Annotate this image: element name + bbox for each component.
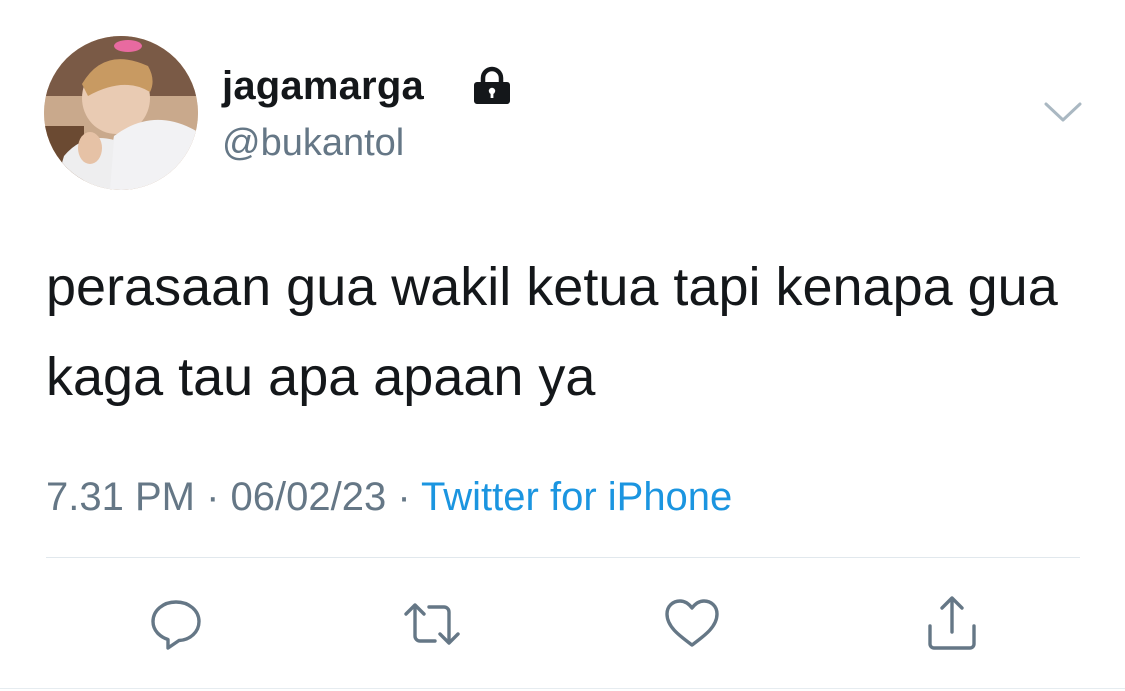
retweet-button[interactable] (402, 594, 462, 654)
tweet-card: jagamarga @bukantol perasaan gua wakil k… (0, 0, 1125, 691)
meta-separator: · (194, 475, 231, 519)
avatar[interactable] (44, 36, 198, 190)
share-icon (928, 596, 976, 650)
retweet-icon (404, 603, 460, 645)
divider (46, 557, 1080, 558)
like-button[interactable] (662, 594, 722, 654)
share-button[interactable] (922, 594, 982, 654)
speech-bubble-icon (151, 600, 201, 650)
lock-icon (470, 66, 514, 106)
heart-icon (665, 599, 719, 647)
tweet-meta: 7.31 PM · 06/02/23 · Twitter for iPhone (46, 472, 732, 522)
bottom-divider (0, 688, 1125, 689)
tweet-date: 06/02/23 (230, 475, 387, 519)
reply-button[interactable] (146, 594, 206, 654)
tweet-source-link[interactable]: Twitter for iPhone (421, 475, 732, 519)
user-handle[interactable]: @bukantol (222, 118, 404, 168)
display-name[interactable]: jagamarga (222, 60, 424, 112)
chevron-down-icon[interactable] (1040, 96, 1086, 126)
tweet-time: 7.31 PM (46, 475, 195, 519)
meta-separator: · (386, 475, 422, 519)
tweet-text: perasaan gua wakil ketua tapi kenapa gua… (46, 257, 1058, 407)
